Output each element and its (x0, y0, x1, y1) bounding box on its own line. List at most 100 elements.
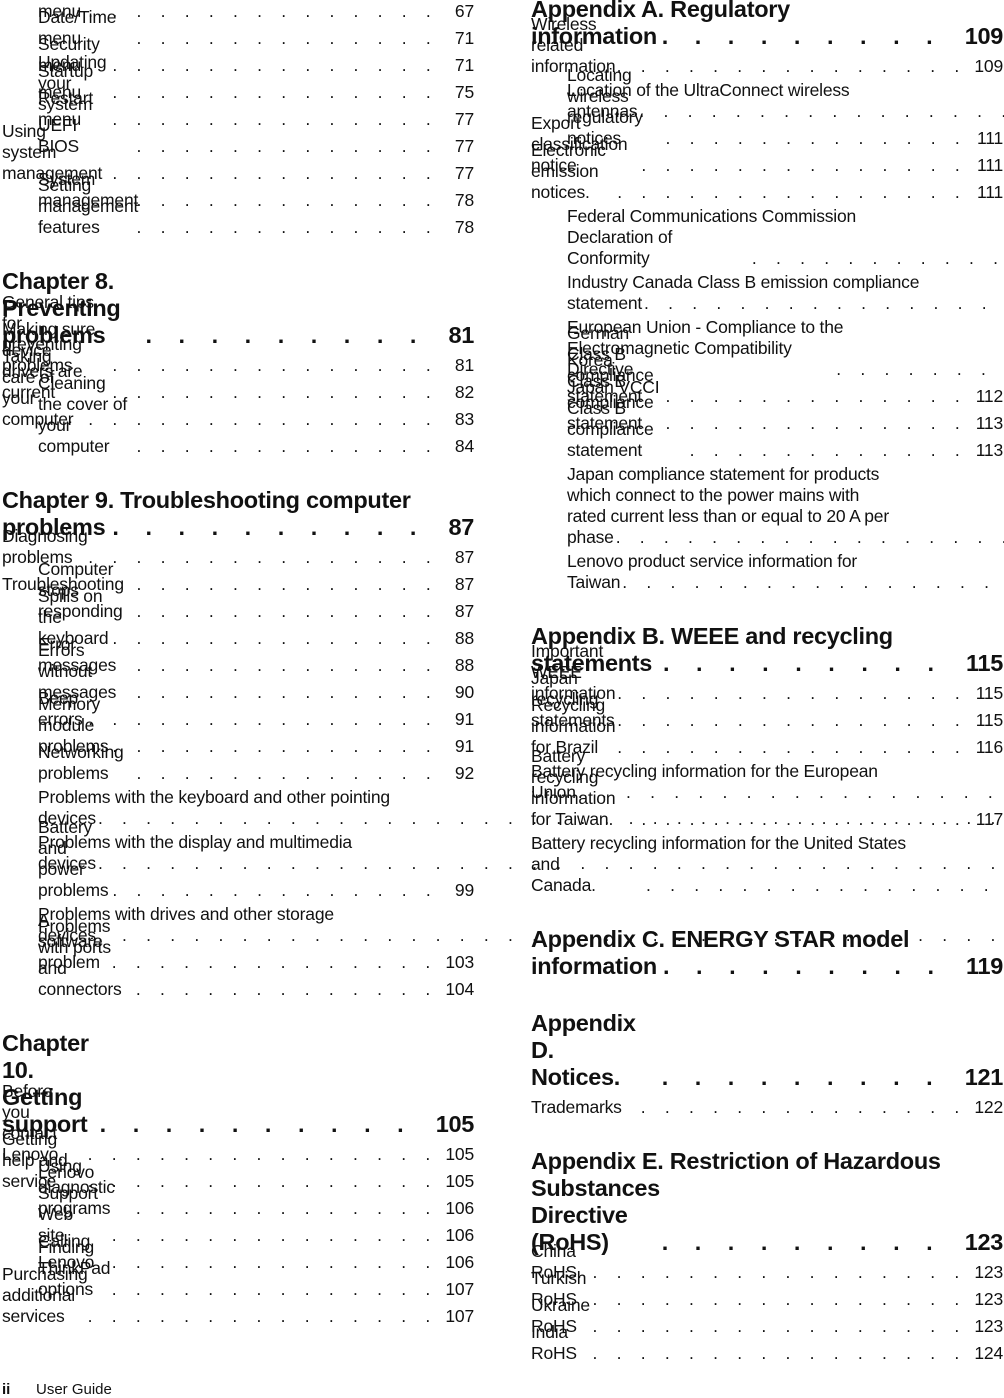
toc-entry-page: 113 (975, 440, 1004, 460)
toc-entry-title-line2: Declaration of Conformity (567, 227, 673, 268)
leader-dots: . . . . . . . . . . . . . . . . . . . . … (123, 601, 438, 621)
toc-entry[interactable]: Cleaning the cover of your computer. . .… (2, 373, 474, 457)
toc-entry[interactable]: Setting management features. . . . . . .… (2, 175, 474, 238)
toc-entry-page: 81 (454, 355, 474, 375)
toc-entry-page: 113 (975, 413, 1004, 433)
toc-entry-page: 87 (454, 601, 474, 621)
toc-entry-page: 90 (454, 682, 474, 702)
toc-entry-page: 106 (445, 1225, 474, 1245)
toc-entry[interactable]: Purchasing additional services. . . . . … (2, 1264, 474, 1327)
leader-dots: . . . . . . . . . . . . . . . . . . . . … (116, 682, 438, 702)
leader-dots: . . . . . . . . . . . . . . . . . . . . … (636, 1064, 943, 1090)
leader-dots: . . . . . . . . . . . . . . . . . . . . … (124, 763, 438, 783)
leader-dots: . . . . . . . . . . . . . . . . . . . . … (644, 293, 1004, 313)
leader-dots: . . . . . . . . . . . . . . . . . . . . … (661, 386, 967, 406)
toc-entry-page: 99 (454, 880, 474, 900)
appendix-heading[interactable]: Appendix C. ENERGY STAR model informatio… (531, 926, 1003, 980)
leader-dots: . . . . . . . . . . . . . . . . . . . . … (742, 248, 1004, 268)
leader-dots: . . . . . . . . . . . . . . . . . . . . … (87, 1306, 438, 1326)
toc-entry-page: 77 (454, 136, 474, 156)
leader-dots: . . . . . . . . . . . . . . . . . . . . … (657, 413, 967, 433)
leader-dots: . . . . . . . . . . . . . . . . . . . . … (660, 1229, 943, 1255)
toc-entry-page: 109 (974, 56, 1003, 76)
toc-entry[interactable]: Lenovo product service information for Ta… (531, 548, 1004, 593)
toc-entry-page: 92 (454, 763, 474, 783)
toc-entry-title: Cleaning the cover of your computer (38, 373, 128, 456)
toc-entry[interactable]: Ukraine RoHS. . . . . . . . . . . . . . … (531, 1295, 1003, 1337)
toc-entry-title: Purchasing additional services (2, 1264, 88, 1326)
leader-dots: . . . . . . . . . . . . . . . . . . . . … (83, 409, 438, 429)
toc-entry[interactable]: Japan compliance statement for products w… (531, 461, 1004, 548)
toc-entry-page: 123 (974, 1262, 1003, 1282)
toc-entry-title-line2: and Canada. (531, 854, 596, 895)
toc-entry-page: 116 (975, 737, 1004, 757)
leader-dots: . . . . . . . . . . . . . . . . . . . . … (88, 547, 438, 567)
leader-dots: . . . . . . . . . . . . . . . . . . . . … (657, 953, 944, 979)
leader-dots: . . . . . . . . . . . . . . . . . . . . … (615, 527, 1004, 547)
appendix-page: 109 (964, 23, 1004, 49)
leader-dots: . . . . . . . . . . . . . . . . . . . . … (609, 182, 967, 202)
toc-entry[interactable]: China RoHS.. . . . . . . . . . . . . . .… (531, 1241, 1003, 1283)
leader-dots: . . . . . . . . . . . . . . . . . . . . … (103, 382, 438, 402)
appendix-page: 123 (964, 1229, 1004, 1255)
toc-entry-page: 78 (454, 217, 474, 237)
toc-entry[interactable]: Battery and power problems. . . . . . . … (2, 817, 474, 901)
toc-entry[interactable]: Battery recycling information for the Un… (531, 830, 1004, 896)
leader-dots: . . . . . . . . . . . . . . . . . . . . … (72, 1171, 438, 1191)
toc-entry[interactable]: Federal Communications Commission Declara… (531, 203, 1004, 269)
toc-entry-title-line1: Industry Canada Class B emission complia… (567, 272, 920, 292)
leader-dots: . . . . . . . . . . . . . . . . . . . . … (83, 709, 438, 729)
toc-entry-page: 107 (445, 1279, 474, 1299)
toc-entry-title-line2: statement (567, 293, 643, 313)
leader-dots: . . . . . . . . . . . . . . . . . . . . … (120, 322, 427, 348)
appendix-heading[interactable]: Appendix D. Notices.. . . . . . . . . . … (531, 1010, 1003, 1091)
toc-entry-page: 103 (445, 952, 474, 972)
toc-entry[interactable]: Industry Canada Class B emission complia… (531, 269, 1004, 314)
leader-dots: . . . . . . . . . . . . . . . . . . . . … (87, 1, 438, 21)
toc-entry[interactable]: Battery recycling information for Taiwan… (531, 746, 1003, 830)
toc-entry[interactable]: Turkish RoHS. . . . . . . . . . . . . . … (531, 1268, 1003, 1310)
appendix-title-line2: information (531, 953, 657, 979)
appendix-title-line1: Appendix E. Restriction of Hazardous (531, 1148, 941, 1174)
toc-entry-page: 87 (454, 574, 474, 594)
toc-entry-page: 82 (454, 382, 474, 402)
leader-dots: . . . . . . . . . . . . . . . . . . . . … (627, 155, 967, 175)
leader-dots: . . . . . . . . . . . . . . . . . . . . … (102, 163, 438, 183)
toc-entry[interactable]: Networking problems. . . . . . . . . . .… (2, 742, 474, 784)
leader-dots: . . . . . . . . . . . . . . . . . . . . … (116, 28, 438, 48)
appendix-page: 115 (965, 650, 1003, 676)
toc-entry[interactable]: Japan VCCI Class B compliance statement.… (531, 377, 1004, 461)
toc-entry-page: 123 (974, 1289, 1003, 1309)
toc-entry-page: 91 (454, 709, 474, 729)
toc-entry-page: 67 (454, 1, 474, 21)
leader-dots: . . . . . . . . . . . . . . . . . . . . … (116, 655, 438, 675)
leader-dots: . . . . . . . . . . . . . . . . . . . . … (582, 1262, 967, 1282)
leader-dots: . . . . . . . . . . . . . . . . . . . . … (615, 710, 967, 730)
toc-entry[interactable]: Trademarks. . . . . . . . . . . . . . . … (531, 1091, 1003, 1118)
toc-entry-title-line2: phase (567, 527, 614, 547)
toc-entry-page: 88 (454, 655, 474, 675)
toc-entry[interactable]: India RoHS. . . . . . . . . . . . . . . … (531, 1322, 1003, 1364)
leader-dots: . . . . . . . . . . . . . . . . . . . . … (657, 23, 943, 49)
toc-left-column: Config menu. . . . . . . . . . . . . . .… (2, 0, 1004, 1327)
page-number: ii (2, 1381, 11, 1398)
toc-entry-page: 71 (454, 28, 474, 48)
toc-entry[interactable]: Problems with ports and connectors. . . … (2, 916, 474, 1000)
toc-entry-title: Japan VCCI Class B compliance statement (567, 377, 660, 460)
toc-entry-page: 111 (976, 182, 1003, 202)
leader-dots: . . . . . . . . . . . . . . . . . . . . … (78, 1144, 438, 1164)
appendix-heading[interactable]: Appendix E. Restriction of Hazardous Sub… (531, 1148, 1003, 1256)
leader-dots: . . . . . . . . . . . . . . . . . . . . … (615, 56, 967, 76)
toc-entry-page: 71 (454, 55, 474, 75)
leader-dots: . . . . . . . . . . . . . . . . . . . . … (127, 436, 438, 456)
appendix-page: 121 (964, 1064, 1004, 1090)
toc-entry[interactable]: Electronic emission notices.. . . . . . … (531, 140, 1003, 203)
leader-dots: . . . . . . . . . . . . . . . . . . . . … (586, 1289, 967, 1309)
leader-dots: . . . . . . . . . . . . . . . . . . . . … (635, 809, 967, 829)
toc-entry-title: Problems with ports and connectors (38, 916, 122, 999)
